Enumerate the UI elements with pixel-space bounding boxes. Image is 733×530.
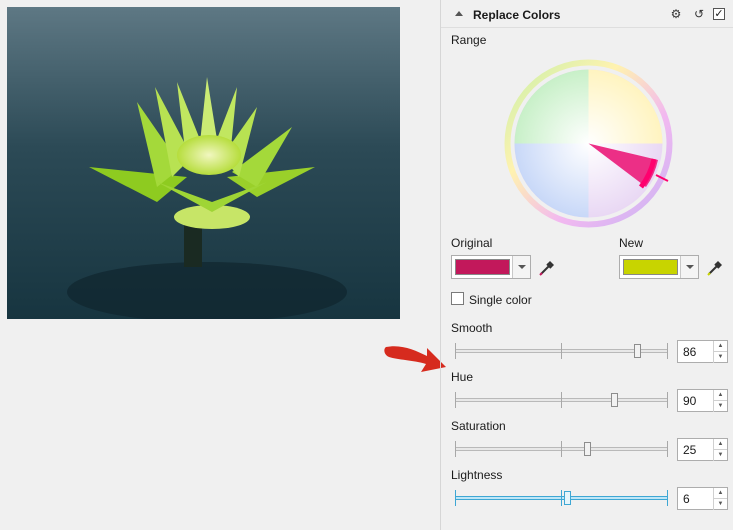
single-color-checkbox[interactable] — [451, 292, 464, 305]
reset-icon[interactable]: ↺ — [692, 7, 706, 21]
chevron-down-icon[interactable] — [680, 256, 698, 278]
hue-slider-thumb[interactable] — [611, 393, 618, 407]
hue-label: Hue — [451, 370, 474, 384]
lightness-slider[interactable] — [455, 490, 668, 506]
new-label: New — [619, 236, 644, 250]
new-color-swatch — [623, 259, 678, 275]
smooth-slider[interactable] — [455, 343, 668, 359]
panel-header: Replace Colors ⚙ ↺ ✓ — [441, 0, 733, 28]
color-range-wheel[interactable] — [504, 59, 673, 228]
new-color-combo[interactable] — [619, 255, 699, 279]
decrement-icon[interactable]: ▼ — [713, 499, 727, 510]
gear-icon[interactable]: ⚙ — [669, 7, 683, 21]
replace-colors-panel: Replace Colors ⚙ ↺ ✓ Range Original New … — [441, 0, 733, 530]
chevron-down-icon[interactable] — [512, 256, 530, 278]
single-color-label: Single color — [469, 293, 532, 307]
lightness-slider-thumb[interactable] — [564, 491, 571, 505]
smooth-label: Smooth — [451, 321, 493, 335]
increment-icon[interactable]: ▲ — [713, 488, 727, 499]
lightness-label: Lightness — [451, 468, 503, 482]
decrement-icon[interactable]: ▼ — [713, 352, 727, 363]
preview-image — [7, 7, 400, 319]
new-eyedropper-icon[interactable] — [706, 257, 726, 277]
original-label: Original — [451, 236, 493, 250]
original-color-combo[interactable] — [451, 255, 531, 279]
decrement-icon[interactable]: ▼ — [713, 450, 727, 461]
lightness-spinbox[interactable]: 6 ▲ ▼ — [677, 487, 728, 510]
hue-slider[interactable] — [455, 392, 668, 408]
annotation-arrow-icon — [384, 346, 446, 372]
original-color-swatch — [455, 259, 510, 275]
increment-icon[interactable]: ▲ — [713, 390, 727, 401]
increment-icon[interactable]: ▲ — [713, 341, 727, 352]
saturation-label: Saturation — [451, 419, 506, 433]
saturation-spinbox[interactable]: 25 ▲ ▼ — [677, 438, 728, 461]
enabled-checkbox[interactable]: ✓ — [713, 8, 725, 20]
increment-icon[interactable]: ▲ — [713, 439, 727, 450]
collapse-icon[interactable] — [455, 11, 463, 16]
panel-title: Replace Colors — [473, 8, 561, 22]
saturation-slider-thumb[interactable] — [584, 442, 591, 456]
range-label: Range — [451, 33, 487, 47]
hue-spinbox[interactable]: 90 ▲ ▼ — [677, 389, 728, 412]
decrement-icon[interactable]: ▼ — [713, 401, 727, 412]
smooth-slider-thumb[interactable] — [634, 344, 641, 358]
original-eyedropper-icon[interactable] — [538, 257, 558, 277]
saturation-slider[interactable] — [455, 441, 668, 457]
smooth-spinbox[interactable]: 86 ▲ ▼ — [677, 340, 728, 363]
